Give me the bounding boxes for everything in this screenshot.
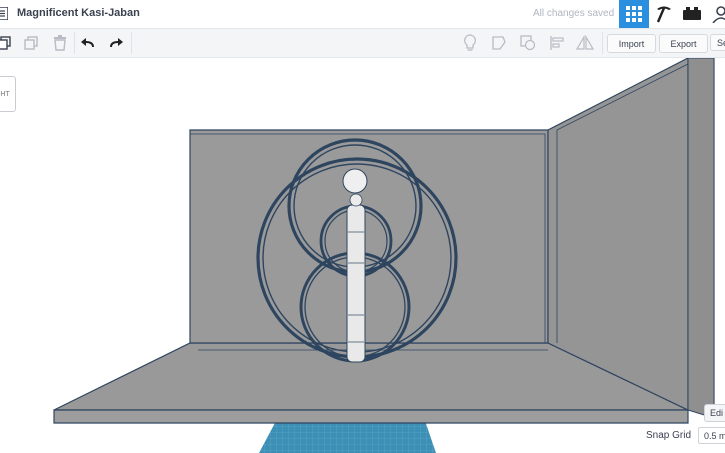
send-to-button[interactable]: Se [710, 34, 725, 51]
delete-button[interactable] [50, 33, 70, 53]
edit-grid-button[interactable]: Edi [704, 404, 725, 422]
user-icon [712, 6, 725, 23]
copy-icon [24, 36, 38, 50]
minecraft-view-button[interactable] [649, 0, 679, 28]
right-wall-side [687, 58, 715, 419]
align-button[interactable] [547, 33, 567, 53]
model-floor-front [53, 409, 689, 424]
grid-icon [626, 6, 642, 22]
notes-button[interactable] [489, 33, 509, 53]
snap-grid-select[interactable]: 0.5 m [698, 427, 725, 444]
design-title[interactable]: Magnificent Kasi-Jaban [17, 7, 140, 19]
toolbar-divider [131, 32, 132, 54]
redo-icon [110, 38, 123, 47]
bricks-view-button[interactable] [677, 0, 707, 28]
model-back-wall[interactable] [189, 129, 549, 344]
toolbar-divider [74, 32, 75, 54]
top-bar: Magnificent Kasi-Jaban All changes saved [0, 0, 725, 29]
align-icon [550, 36, 564, 50]
snap-grid-label: Snap Grid [646, 430, 692, 441]
trash-icon [54, 35, 66, 51]
mirror-icon [576, 35, 594, 50]
copy-button[interactable] [21, 33, 41, 53]
scene-canvas[interactable] [0, 58, 725, 453]
brick-icon [683, 7, 701, 20]
duplicate-button[interactable] [0, 33, 14, 53]
workplane-viewport[interactable] [0, 58, 725, 453]
lightbulb-icon [464, 34, 476, 51]
show-all-button[interactable] [460, 33, 480, 53]
toolbar-divider [602, 32, 603, 54]
shape-icon [520, 35, 536, 51]
3d-design-view-button[interactable] [619, 0, 649, 28]
import-button[interactable]: Import [607, 34, 656, 53]
user-menu-button[interactable] [706, 0, 725, 28]
undo-icon [81, 38, 94, 47]
edit-toolbar: Import Export Se [0, 29, 725, 58]
save-status: All changes saved [533, 8, 615, 19]
mirror-button[interactable] [575, 33, 595, 53]
export-button[interactable]: Export [659, 34, 708, 53]
note-icon [492, 36, 506, 50]
menu-icon[interactable] [0, 7, 8, 20]
view-cube[interactable]: HT [0, 76, 16, 112]
pole-ball[interactable] [342, 168, 368, 194]
pickaxe-icon [656, 6, 671, 23]
duplicate-icon [0, 36, 11, 50]
undo-button[interactable] [78, 33, 98, 53]
group-button[interactable] [518, 33, 538, 53]
redo-button[interactable] [106, 33, 126, 53]
